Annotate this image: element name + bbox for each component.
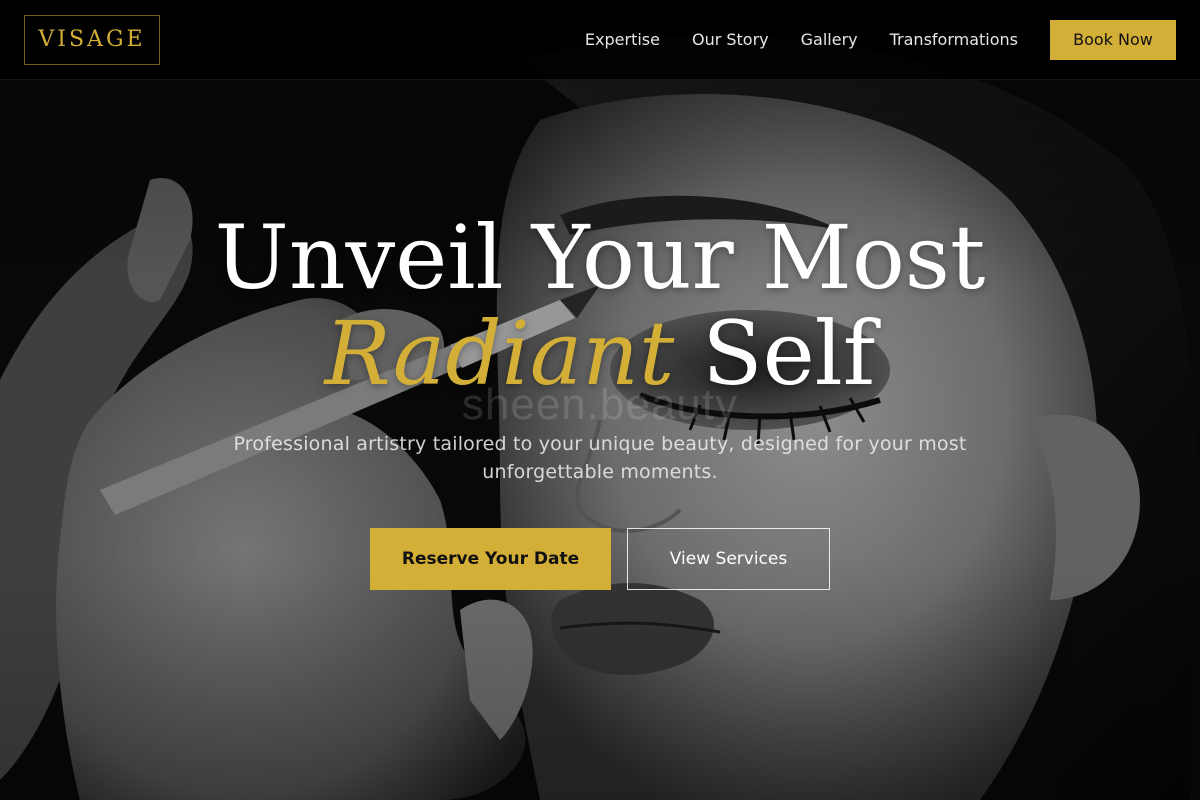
nav-link-expertise[interactable]: Expertise — [585, 30, 660, 49]
nav-link-gallery[interactable]: Gallery — [801, 30, 858, 49]
nav-link-our-story[interactable]: Our Story — [692, 30, 769, 49]
brand-logo[interactable]: VISAGE — [24, 14, 160, 65]
book-now-button[interactable]: Book Now — [1050, 19, 1176, 60]
hero-section: Unveil Your Most Radiant Self Profession… — [0, 210, 1200, 590]
site-header: VISAGE Expertise Our Story Gallery Trans… — [0, 0, 1200, 80]
main-nav: Expertise Our Story Gallery Transformati… — [585, 19, 1176, 60]
hero-headline: Unveil Your Most Radiant Self — [0, 210, 1200, 402]
nav-link-transformations[interactable]: Transformations — [890, 30, 1018, 49]
headline-line-2-rest: Self — [674, 302, 876, 405]
headline-accent-word: Radiant — [324, 302, 675, 405]
view-services-button[interactable]: View Services — [627, 528, 830, 590]
reserve-date-button[interactable]: Reserve Your Date — [370, 528, 611, 590]
hero-subtitle: Professional artistry tailored to your u… — [233, 433, 967, 483]
landing-page: sheen.beauty VISAGE Expertise Our Story … — [0, 0, 1200, 800]
headline-line-1: Unveil Your Most — [214, 206, 986, 309]
headline-line-2: Radiant Self — [0, 306, 1200, 402]
hero-cta-row: Reserve Your Date View Services — [0, 528, 1200, 590]
